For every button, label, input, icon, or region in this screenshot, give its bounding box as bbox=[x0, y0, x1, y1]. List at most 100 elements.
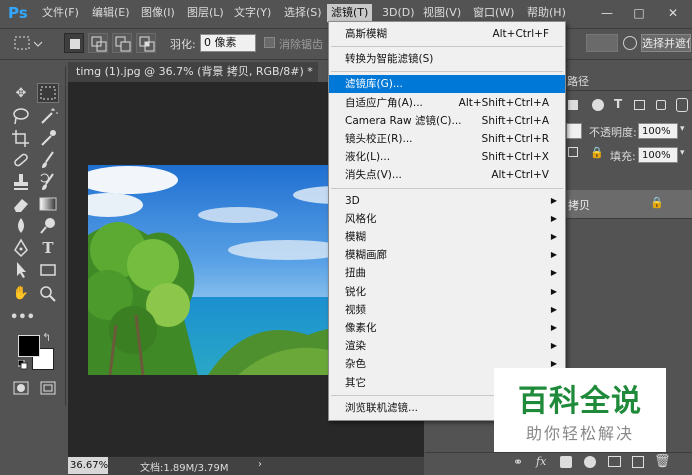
filter-menu-item[interactable]: 消失点(V)... Alt+Ctrl+V bbox=[329, 166, 565, 184]
refine-icon[interactable] bbox=[623, 36, 637, 50]
menu-window[interactable]: 窗口(W) bbox=[469, 4, 518, 22]
filter-menu-item[interactable]: 自适应广角(A)... Alt+Shift+Ctrl+A bbox=[329, 94, 565, 112]
menu-file[interactable]: 文件(F) bbox=[38, 4, 83, 22]
pen-tool-icon[interactable] bbox=[10, 238, 32, 258]
filter-menu-item[interactable]: 模糊画廊 ▶ bbox=[329, 246, 565, 264]
close-icon[interactable]: ✕ bbox=[662, 4, 684, 22]
magic-wand-icon[interactable] bbox=[37, 106, 59, 126]
hand-tool-icon[interactable]: ✋ bbox=[10, 284, 32, 304]
submenu-arrow-icon: ▶ bbox=[550, 195, 557, 205]
path-select-icon[interactable] bbox=[10, 260, 32, 280]
filter-menu-item[interactable]: 像素化 ▶ bbox=[329, 319, 565, 337]
fill-input[interactable]: 100% bbox=[638, 147, 678, 163]
foreground-color-swatch[interactable] bbox=[18, 335, 40, 357]
menu-help[interactable]: 帮助(H) bbox=[523, 4, 570, 22]
history-brush-icon[interactable] bbox=[37, 172, 59, 192]
link-layers-icon[interactable]: ⚭ bbox=[513, 455, 523, 469]
filter-menu-item[interactable]: 高斯模糊 Alt+Ctrl+F bbox=[329, 25, 565, 43]
menu-image[interactable]: 图像(I) bbox=[137, 4, 179, 22]
filter-menu-item[interactable]: 模糊 ▶ bbox=[329, 228, 565, 246]
clone-stamp-icon[interactable] bbox=[10, 172, 32, 192]
screen-mode-icon[interactable] bbox=[37, 378, 59, 398]
crop-tool-icon[interactable] bbox=[10, 128, 32, 148]
filter-menu-item[interactable]: 3D ▶ bbox=[329, 192, 565, 210]
menu-layer[interactable]: 图层(L) bbox=[183, 4, 228, 22]
antialias-checkbox[interactable] bbox=[264, 37, 275, 48]
zoom-level[interactable]: 36.67% bbox=[68, 457, 108, 474]
layer-name[interactable]: 拷贝 bbox=[568, 197, 590, 213]
filter-menu-item[interactable]: 滤镜库(G)... bbox=[329, 75, 565, 94]
add-selection-icon[interactable] bbox=[88, 33, 108, 53]
menu-separator bbox=[331, 46, 563, 48]
height-input[interactable] bbox=[586, 34, 618, 52]
new-layer-icon[interactable] bbox=[632, 456, 644, 468]
healing-brush-icon[interactable] bbox=[10, 150, 32, 170]
type-tool-icon[interactable]: T bbox=[37, 238, 59, 258]
gradient-icon[interactable] bbox=[37, 194, 59, 214]
add-mask-icon[interactable] bbox=[560, 456, 572, 468]
zoom-tool-icon[interactable] bbox=[37, 284, 59, 304]
filter-type-icon[interactable]: T bbox=[614, 97, 622, 111]
submenu-arrow-icon: ▶ bbox=[550, 250, 557, 260]
menu-item-label: 滤镜库(G)... bbox=[345, 78, 403, 91]
fx-button[interactable]: fx bbox=[536, 455, 546, 468]
filter-adjust-icon[interactable] bbox=[592, 99, 604, 111]
filter-menu-item[interactable]: 锐化 ▶ bbox=[329, 283, 565, 301]
opacity-chevron-icon[interactable]: ▾ bbox=[680, 124, 685, 134]
lock-transparency-icon[interactable] bbox=[568, 147, 578, 157]
paths-tab[interactable]: 路径 bbox=[567, 73, 589, 89]
adjustment-layer-icon[interactable] bbox=[584, 456, 596, 468]
menu-edit[interactable]: 编辑(E) bbox=[88, 4, 134, 22]
marquee-tool-icon[interactable] bbox=[37, 83, 59, 103]
default-colors-icon[interactable] bbox=[17, 359, 28, 370]
status-arrow-icon[interactable]: › bbox=[258, 459, 262, 470]
quick-mask-icon[interactable] bbox=[10, 378, 32, 398]
minimize-icon[interactable]: — bbox=[596, 4, 618, 22]
filter-pixel-icon[interactable] bbox=[568, 100, 578, 110]
more-tools-icon[interactable]: ••• bbox=[10, 308, 35, 328]
menu-item-label: 液化(L)... bbox=[345, 151, 391, 164]
move-tool-icon[interactable]: ✥ bbox=[10, 84, 32, 104]
filter-menu-item[interactable]: 风格化 ▶ bbox=[329, 210, 565, 228]
eraser-icon[interactable] bbox=[10, 194, 32, 214]
filter-menu-item[interactable]: 视频 ▶ bbox=[329, 301, 565, 319]
brush-tool-icon[interactable] bbox=[37, 150, 59, 170]
filter-menu-item[interactable]: 转换为智能滤镜(S) bbox=[329, 50, 565, 68]
filter-toggle-icon[interactable] bbox=[676, 98, 688, 112]
marquee-preset-icon[interactable] bbox=[10, 34, 44, 52]
menu-type[interactable]: 文字(Y) bbox=[230, 4, 275, 22]
subtract-selection-icon[interactable] bbox=[112, 33, 132, 53]
new-group-icon[interactable] bbox=[608, 456, 621, 467]
document-tab[interactable]: timg (1).jpg @ 36.7% (背景 拷贝, RGB/8#) * bbox=[68, 62, 318, 82]
fill-chevron-icon[interactable]: ▾ bbox=[680, 148, 685, 158]
blur-tool-icon[interactable] bbox=[10, 216, 32, 236]
delete-layer-icon[interactable]: 🗑 bbox=[654, 454, 671, 469]
menu-view[interactable]: 视图(V) bbox=[419, 4, 465, 22]
filter-shape-icon[interactable] bbox=[634, 100, 645, 110]
filter-menu-item[interactable]: 渲染 ▶ bbox=[329, 337, 565, 355]
blend-mode-dropdown[interactable] bbox=[566, 123, 582, 139]
filter-menu-item[interactable]: 液化(L)... Shift+Ctrl+X bbox=[329, 148, 565, 166]
select-mask-button[interactable]: 选择并遮住 bbox=[641, 34, 691, 52]
dodge-tool-icon[interactable] bbox=[37, 216, 59, 236]
eyedropper-icon[interactable] bbox=[37, 128, 59, 148]
filter-menu-item[interactable]: 扭曲 ▶ bbox=[329, 264, 565, 282]
menu-filter[interactable]: 滤镜(T) bbox=[327, 4, 373, 22]
menu-3d[interactable]: 3D(D) bbox=[378, 4, 419, 22]
maximize-icon[interactable]: □ bbox=[628, 4, 650, 22]
lock-all-icon[interactable]: 🔒 bbox=[590, 146, 604, 159]
feather-input[interactable]: 0 像素 bbox=[200, 34, 256, 52]
lasso-tool-icon[interactable] bbox=[10, 106, 32, 126]
filter-menu-item[interactable]: Camera Raw 滤镜(C)... Shift+Ctrl+A bbox=[329, 112, 565, 130]
intersect-selection-icon[interactable] bbox=[136, 33, 156, 53]
filter-menu-item[interactable]: 镜头校正(R)... Shift+Ctrl+R bbox=[329, 130, 565, 148]
menu-select[interactable]: 选择(S) bbox=[280, 4, 326, 22]
rectangle-tool-icon[interactable] bbox=[37, 260, 59, 280]
menu-item-label: 自适应广角(A)... bbox=[345, 96, 423, 109]
swap-colors-icon[interactable]: ↰ bbox=[42, 331, 56, 345]
opacity-input[interactable]: 100% bbox=[638, 123, 678, 139]
menu-item-label: 模糊画廊 bbox=[345, 249, 387, 262]
new-selection-icon[interactable] bbox=[64, 33, 84, 53]
filter-smart-icon[interactable] bbox=[656, 100, 666, 110]
layers-footer bbox=[425, 452, 692, 475]
